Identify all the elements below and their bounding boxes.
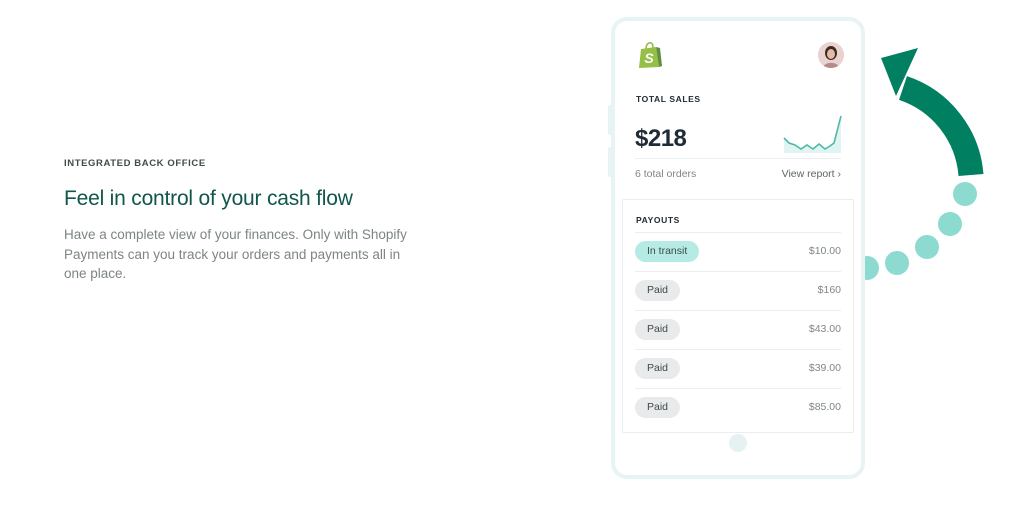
dots-trail	[855, 182, 977, 280]
payout-row[interactable]: Paid $39.00	[635, 349, 841, 389]
view-report-label: View report	[781, 168, 835, 180]
phone-side-button	[608, 147, 612, 177]
status-badge: Paid	[635, 358, 681, 379]
sparkline-line	[783, 115, 842, 150]
svg-text:S: S	[644, 50, 654, 66]
trail-dot	[885, 251, 909, 275]
sparkline-area	[784, 116, 841, 153]
status-badge: In transit	[635, 241, 700, 262]
phone-mockup: S TOTAL SALES $218 6 total orders View r…	[608, 17, 865, 479]
payout-row[interactable]: In transit $10.00	[635, 232, 841, 272]
view-report-link[interactable]: View report ›	[782, 168, 841, 180]
phone-home-button	[729, 434, 747, 452]
user-avatar[interactable]	[818, 42, 844, 68]
trail-dot	[938, 212, 962, 236]
sales-sparkline	[783, 115, 842, 153]
payout-amount: $43.00	[808, 323, 841, 335]
phone-side-button	[608, 105, 612, 135]
payout-amount: $39.00	[808, 362, 841, 374]
total-sales-value: $218	[635, 125, 687, 152]
chevron-right-icon: ›	[837, 168, 842, 180]
total-orders: 6 total orders	[635, 168, 697, 180]
status-badge: Paid	[635, 319, 681, 340]
payout-row[interactable]: Paid $160	[635, 271, 841, 311]
shopify-bag-icon: S	[639, 41, 662, 68]
payouts-card: PAYOUTS In transit $10.00 Paid $160 Paid…	[622, 199, 854, 433]
payout-amount: $10.00	[808, 245, 841, 257]
total-sales-label: TOTAL SALES	[636, 94, 701, 104]
cash-flow-arrow-decoration	[855, 48, 984, 280]
payout-amount: $85.00	[808, 401, 841, 413]
divider	[635, 158, 841, 159]
status-badge: Paid	[635, 397, 681, 418]
curved-arrow-icon	[881, 48, 984, 177]
payouts-label: PAYOUTS	[636, 215, 680, 225]
trail-dot	[915, 235, 939, 259]
payout-row[interactable]: Paid $43.00	[635, 310, 841, 350]
payout-amount: $160	[817, 284, 841, 296]
avatar-person-icon	[818, 42, 844, 68]
trail-dot	[953, 182, 977, 206]
payout-row[interactable]: Paid $85.00	[635, 388, 841, 428]
status-badge: Paid	[635, 280, 681, 301]
